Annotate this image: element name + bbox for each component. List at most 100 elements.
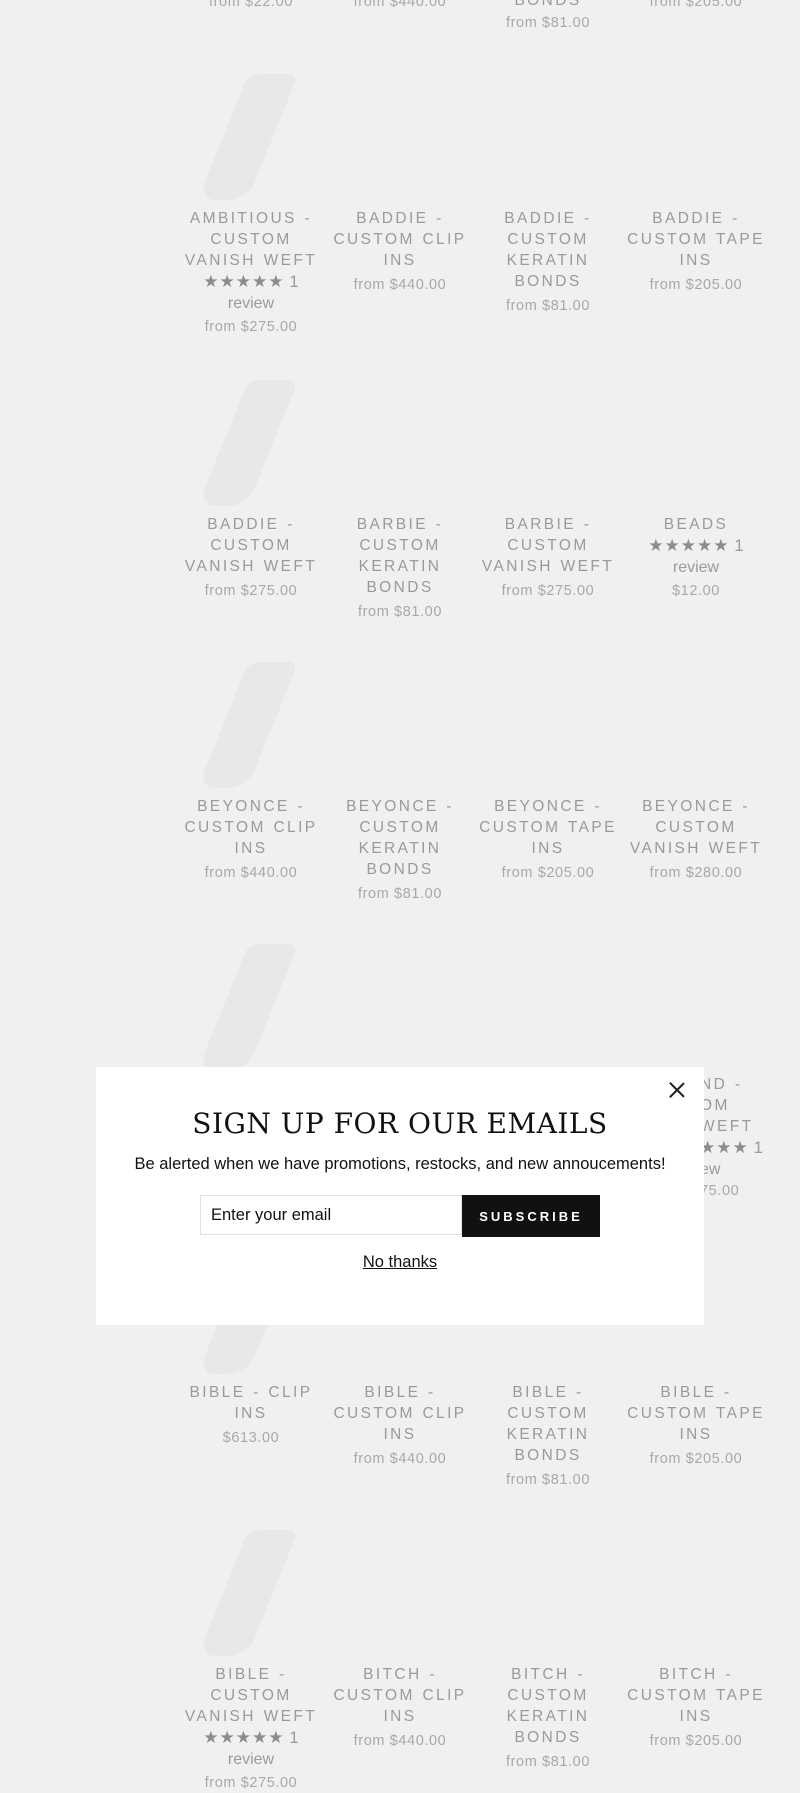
product-image[interactable]: [486, 70, 610, 198]
product-card[interactable]: BEYONCE - CUSTOM VANISH WEFT from $280.0…: [622, 658, 770, 881]
product-title[interactable]: BITCH - CUSTOM TAPE INS: [622, 1664, 770, 1727]
product-rating: ★★★★★ 1 review: [177, 1727, 325, 1771]
product-image[interactable]: [486, 376, 610, 504]
product-image[interactable]: [338, 376, 462, 504]
review-label: review: [227, 1751, 275, 1768]
product-price: from $205.00: [649, 0, 743, 10]
product-title[interactable]: BIBLE - CUSTOM KERATIN BONDS: [474, 1382, 622, 1466]
close-icon[interactable]: [666, 1079, 688, 1101]
product-title[interactable]: BADDIE - CUSTOM TAPE INS: [622, 208, 770, 271]
product-image[interactable]: [189, 658, 313, 788]
product-card[interactable]: BEYONCE - CUSTOM CLIP INS from $440.00: [177, 658, 325, 881]
product-card[interactable]: BITCH - CUSTOM TAPE INS from $205.00: [622, 1526, 770, 1749]
product-card[interactable]: BADDIE - CUSTOM TAPE INS from $205.00: [622, 70, 770, 293]
product-image[interactable]: [338, 70, 462, 198]
review-label: ew: [700, 1161, 721, 1178]
product-title[interactable]: OM: [700, 1095, 800, 1116]
product-title[interactable]: ND -: [700, 1074, 800, 1095]
product-title[interactable]: BEADS: [622, 514, 770, 535]
product-title[interactable]: BIBLE - CUSTOM TAPE INS: [622, 1382, 770, 1445]
product-title[interactable]: BIBLE - CLIP INS: [177, 1382, 325, 1424]
product-grid: from $22.00 from $440.00 BONDS from $81.…: [0, 0, 800, 1793]
star-rating-icon: ★★★: [700, 1138, 749, 1157]
product-price: from $280.00: [649, 865, 743, 881]
product-card[interactable]: BARBIE - CUSTOM VANISH WEFT from $275.00: [474, 376, 622, 599]
product-card[interactable]: BEADS ★★★★★ 1 review $12.00: [622, 376, 770, 599]
email-form: SUBSCRIBE: [200, 1195, 600, 1237]
product-image[interactable]: [634, 376, 758, 504]
product-image[interactable]: [338, 1526, 462, 1654]
product-image[interactable]: [486, 1526, 610, 1654]
product-price: from $81.00: [506, 15, 590, 31]
product-title[interactable]: BEYONCE - CUSTOM CLIP INS: [177, 796, 325, 859]
product-image[interactable]: [189, 1526, 313, 1656]
product-card[interactable]: BADDIE - CUSTOM CLIP INS from $440.00: [326, 70, 474, 293]
product-price: from $440.00: [353, 1733, 447, 1749]
product-price: from $440.00: [353, 277, 447, 293]
product-price: from $440.00: [353, 0, 447, 10]
product-card[interactable]: BARBIE - CUSTOM KERATIN BONDS from $81.0…: [326, 376, 474, 620]
product-title[interactable]: BEYONCE - CUSTOM VANISH WEFT: [622, 796, 770, 859]
product-rating: ★★★ 1 ew: [700, 1137, 800, 1181]
modal-subtitle: Be alerted when we have promotions, rest…: [134, 1155, 666, 1173]
product-card[interactable]: BITCH - CUSTOM KERATIN BONDS from $81.00: [474, 1526, 622, 1770]
no-thanks-link[interactable]: No thanks: [96, 1253, 704, 1272]
product-price: from $81.00: [358, 604, 442, 620]
product-card[interactable]: BEYONCE - CUSTOM TAPE INS from $205.00: [474, 658, 622, 881]
product-price: from $275.00: [204, 583, 298, 599]
product-image[interactable]: [189, 376, 313, 506]
product-title[interactable]: BARBIE - CUSTOM KERATIN BONDS: [326, 514, 474, 598]
product-image[interactable]: [486, 658, 610, 786]
review-label: review: [227, 295, 275, 312]
product-title[interactable]: BADDIE - CUSTOM VANISH WEFT: [177, 514, 325, 577]
subscribe-button[interactable]: SUBSCRIBE: [462, 1195, 600, 1237]
product-card[interactable]: BITCH - CUSTOM CLIP INS from $440.00: [326, 1526, 474, 1749]
product-card[interactable]: [177, 940, 325, 1078]
review-label: review: [672, 559, 720, 576]
product-image[interactable]: [634, 1526, 758, 1654]
product-rating: ★★★★★ 1 review: [622, 535, 770, 579]
product-price: from $440.00: [204, 865, 298, 881]
star-rating-icon: ★★★★★: [203, 1728, 285, 1747]
review-count: 1: [734, 536, 744, 555]
product-image[interactable]: [634, 658, 758, 786]
product-title[interactable]: BADDIE - CUSTOM KERATIN BONDS: [474, 208, 622, 292]
product-title[interactable]: BADDIE - CUSTOM CLIP INS: [326, 208, 474, 271]
star-rating-icon: ★★★★★: [648, 536, 730, 555]
product-title[interactable]: BIBLE - CUSTOM VANISH WEFT: [177, 1664, 325, 1727]
product-price: from $81.00: [506, 298, 590, 314]
star-rating-icon: ★★★★★: [203, 272, 285, 291]
product-card[interactable]: BIBLE - CUSTOM VANISH WEFT ★★★★★ 1 revie…: [177, 1526, 325, 1791]
product-card[interactable]: AMBITIOUS - CUSTOM VANISH WEFT ★★★★★ 1 r…: [177, 70, 325, 335]
product-card[interactable]: BADDIE - CUSTOM KERATIN BONDS from $81.0…: [474, 70, 622, 314]
product-price: from $81.00: [506, 1754, 590, 1770]
product-price: from $205.00: [649, 1451, 743, 1467]
product-card[interactable]: BEYONCE - CUSTOM KERATIN BONDS from $81.…: [326, 658, 474, 902]
product-title[interactable]: BEYONCE - CUSTOM TAPE INS: [474, 796, 622, 859]
product-image[interactable]: [189, 70, 313, 200]
product-title[interactable]: WEFT: [700, 1116, 800, 1137]
product-image[interactable]: [189, 940, 313, 1070]
product-price: from $440.00: [353, 1451, 447, 1467]
product-image[interactable]: [634, 70, 758, 198]
product-title[interactable]: BARBIE - CUSTOM VANISH WEFT: [474, 514, 622, 577]
product-card-partial[interactable]: ND - OM WEFT ★★★ 1 ew 75.00: [700, 1074, 800, 1199]
product-title[interactable]: BEYONCE - CUSTOM KERATIN BONDS: [326, 796, 474, 880]
email-input[interactable]: [200, 1195, 462, 1235]
product-card[interactable]: BADDIE - CUSTOM VANISH WEFT from $275.00: [177, 376, 325, 599]
product-price: $613.00: [222, 1430, 280, 1446]
email-signup-modal: SIGN UP FOR OUR EMAILS Be alerted when w…: [96, 1067, 704, 1325]
product-price: from $81.00: [506, 1472, 590, 1488]
product-title[interactable]: BITCH - CUSTOM CLIP INS: [326, 1664, 474, 1727]
product-price: from $275.00: [204, 319, 298, 335]
product-price: from $275.00: [204, 1775, 298, 1791]
product-image[interactable]: [338, 658, 462, 786]
product-title[interactable]: BITCH - CUSTOM KERATIN BONDS: [474, 1664, 622, 1748]
product-title[interactable]: BIBLE - CUSTOM CLIP INS: [326, 1382, 474, 1445]
product-price: 75.00: [700, 1183, 740, 1199]
product-title: BONDS: [514, 0, 582, 9]
product-price: $12.00: [672, 583, 720, 599]
product-title[interactable]: AMBITIOUS - CUSTOM VANISH WEFT: [177, 208, 325, 271]
modal-title: SIGN UP FOR OUR EMAILS: [192, 1107, 608, 1140]
product-price: from $205.00: [649, 1733, 743, 1749]
